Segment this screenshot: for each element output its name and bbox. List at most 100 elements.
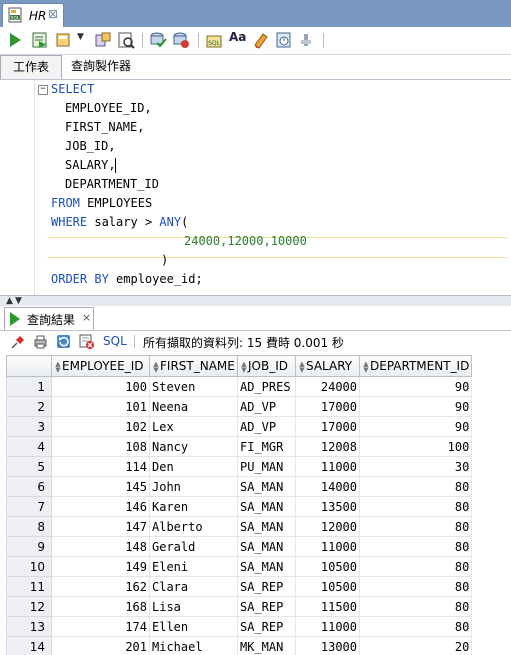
clear-icon[interactable] (252, 31, 270, 49)
commit-transaction-icon[interactable] (149, 31, 167, 49)
cell-employee-id[interactable]: 168 (51, 596, 150, 617)
cell-salary[interactable]: 12008 (295, 436, 360, 457)
run-statement-icon[interactable] (6, 31, 24, 49)
cell-salary[interactable]: 11500 (295, 596, 360, 617)
cell-department-id[interactable]: 20 (358, 636, 473, 655)
cell-department-id[interactable]: 90 (358, 376, 473, 397)
table-row[interactable]: 1 100 Steven AD_PRES 24000 90 (6, 376, 473, 397)
cell-department-id[interactable]: 80 (358, 496, 473, 517)
cell-first-name[interactable]: Clara (149, 576, 238, 597)
column-header-salary[interactable]: ▲ ▼SALARY (295, 355, 360, 377)
fold-toggle-icon[interactable]: − (38, 85, 48, 95)
chevron-down-icon[interactable]: ▼ (77, 32, 85, 50)
cell-salary[interactable]: 12000 (295, 516, 360, 537)
collapse-down-icon[interactable]: ▼ (15, 296, 22, 306)
unshared-sql-icon[interactable]: SQL (206, 31, 224, 49)
cell-salary[interactable]: 24000 (295, 376, 360, 397)
table-row[interactable]: 13 174 Ellen SA_REP 11000 80 (6, 616, 473, 637)
cell-first-name[interactable]: Lex (149, 416, 238, 437)
cell-job-id[interactable]: SA_MAN (237, 556, 296, 577)
cell-first-name[interactable]: Gerald (149, 536, 238, 557)
column-header-employee-id[interactable]: ▲ ▼EMPLOYEE_ID (51, 355, 150, 377)
pin-icon[interactable] (11, 334, 26, 349)
print-icon[interactable] (33, 334, 48, 349)
cell-employee-id[interactable]: 146 (51, 496, 150, 517)
cell-job-id[interactable]: SA_MAN (237, 476, 296, 497)
cell-employee-id[interactable]: 102 (51, 416, 150, 437)
table-row[interactable]: 12 168 Lisa SA_REP 11500 80 (6, 596, 473, 617)
tuning-icon[interactable] (298, 31, 316, 49)
collapse-up-icon[interactable]: ▲ (6, 296, 13, 306)
cell-employee-id[interactable]: 100 (51, 376, 150, 397)
close-icon[interactable]: × (82, 311, 91, 324)
explain-plan-icon[interactable] (94, 31, 112, 49)
sql-editor[interactable]: − SELECT EMPLOYEE_ID, FIRST_NAME, JOB_ID… (0, 80, 511, 295)
table-row[interactable]: 2 101 Neena AD_VP 17000 90 (6, 396, 473, 417)
cell-department-id[interactable]: 100 (358, 436, 473, 457)
cell-department-id[interactable]: 80 (358, 536, 473, 557)
cell-department-id[interactable]: 80 (358, 556, 473, 577)
refresh-icon[interactable] (56, 334, 71, 349)
cell-department-id[interactable]: 80 (358, 596, 473, 617)
cell-salary[interactable]: 11000 (295, 456, 360, 477)
format-icon[interactable]: Aa (229, 30, 247, 48)
cell-employee-id[interactable]: 101 (51, 396, 150, 417)
cell-job-id[interactable]: AD_PRES (237, 376, 296, 397)
cell-job-id[interactable]: FI_MGR (237, 436, 296, 457)
cell-job-id[interactable]: AD_VP (237, 396, 296, 417)
cell-salary[interactable]: 17000 (295, 396, 360, 417)
cell-salary[interactable]: 13500 (295, 496, 360, 517)
view-sql-link[interactable]: SQL (103, 334, 127, 348)
cell-first-name[interactable]: Eleni (149, 556, 238, 577)
cell-employee-id[interactable]: 148 (51, 536, 150, 557)
table-row[interactable]: 4 108 Nancy FI_MGR 12008 100 (6, 436, 473, 457)
worksheet-tab-hr[interactable]: SQL HR ⊠ (2, 3, 64, 28)
cell-job-id[interactable]: SA_MAN (237, 496, 296, 517)
rollback-icon[interactable] (172, 31, 190, 49)
table-row[interactable]: 8 147 Alberto SA_MAN 12000 80 (6, 516, 473, 537)
cell-job-id[interactable]: AD_VP (237, 416, 296, 437)
cell-department-id[interactable]: 30 (358, 456, 473, 477)
tab-query-result[interactable]: 查詢結果 × (4, 307, 94, 330)
cell-first-name[interactable]: Den (149, 456, 238, 477)
cell-salary[interactable]: 11000 (295, 536, 360, 557)
close-tab-icon[interactable]: ⊠ (48, 7, 58, 21)
cell-department-id[interactable]: 90 (358, 416, 473, 437)
cell-job-id[interactable]: SA_MAN (237, 516, 296, 537)
autotrace-icon[interactable] (117, 31, 135, 49)
cell-job-id[interactable]: PU_MAN (237, 456, 296, 477)
cell-job-id[interactable]: SA_REP (237, 596, 296, 617)
cell-department-id[interactable]: 80 (358, 616, 473, 637)
cell-salary[interactable]: 14000 (295, 476, 360, 497)
cancel-query-icon[interactable] (79, 334, 94, 349)
cell-salary[interactable]: 10500 (295, 556, 360, 577)
table-row[interactable]: 9 148 Gerald SA_MAN 11000 80 (6, 536, 473, 557)
cell-employee-id[interactable]: 145 (51, 476, 150, 497)
table-row[interactable]: 7 146 Karen SA_MAN 13500 80 (6, 496, 473, 517)
column-header-first-name[interactable]: ▲ ▼FIRST_NAME (149, 355, 238, 377)
run-script-icon[interactable] (31, 31, 49, 49)
cell-department-id[interactable]: 80 (358, 576, 473, 597)
table-row[interactable]: 3 102 Lex AD_VP 17000 90 (6, 416, 473, 437)
cell-job-id[interactable]: SA_MAN (237, 536, 296, 557)
table-row[interactable]: 11 162 Clara SA_REP 10500 80 (6, 576, 473, 597)
cell-department-id[interactable]: 90 (358, 396, 473, 417)
cell-first-name[interactable]: Karen (149, 496, 238, 517)
cell-job-id[interactable]: SA_REP (237, 616, 296, 637)
tab-worksheet[interactable]: 工作表 (0, 55, 62, 79)
cell-job-id[interactable]: SA_REP (237, 576, 296, 597)
tab-query-builder[interactable]: 查詢製作器 (71, 55, 131, 78)
cell-first-name[interactable]: Alberto (149, 516, 238, 537)
column-header-job-id[interactable]: ▲ ▼JOB_ID (237, 355, 296, 377)
column-header-department-id[interactable]: ▲ ▼DEPARTMENT_ID (358, 355, 473, 377)
cell-salary[interactable]: 17000 (295, 416, 360, 437)
cell-first-name[interactable]: Nancy (149, 436, 238, 457)
cell-employee-id[interactable]: 108 (51, 436, 150, 457)
cell-job-id[interactable]: MK_MAN (237, 636, 296, 655)
sql-history-icon[interactable] (275, 31, 293, 49)
cell-employee-id[interactable]: 162 (51, 576, 150, 597)
table-row[interactable]: 10 149 Eleni SA_MAN 10500 80 (6, 556, 473, 577)
cell-salary[interactable]: 11000 (295, 616, 360, 637)
cell-employee-id[interactable]: 174 (51, 616, 150, 637)
cell-first-name[interactable]: Michael (149, 636, 238, 655)
